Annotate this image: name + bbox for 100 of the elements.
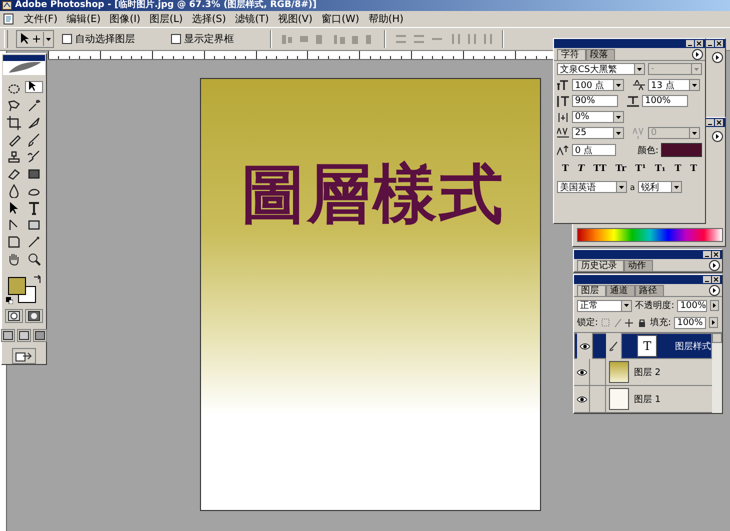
caret-icon[interactable] <box>616 84 621 86</box>
panel-tab[interactable]: 通道 <box>606 285 635 296</box>
text-style-button[interactable]: T <box>674 164 682 174</box>
close-icon[interactable] <box>715 40 723 47</box>
layer-row[interactable]: T 图层样式 <box>574 333 712 359</box>
menu-item[interactable]: 文件(F) <box>24 12 58 26</box>
blend-mode-dropdown[interactable]: 正常 <box>577 300 632 312</box>
panel-menu-icon[interactable] <box>709 285 720 296</box>
close-icon[interactable] <box>712 251 720 258</box>
text-style-button[interactable]: T <box>562 164 569 174</box>
panel-menu-icon[interactable] <box>712 131 723 142</box>
caret-icon[interactable] <box>674 186 679 188</box>
font-family-dropdown[interactable]: 文泉CS大黑繁 <box>557 63 645 75</box>
panel-menu-icon[interactable] <box>692 49 703 60</box>
text-style-button[interactable]: T₁ <box>654 164 666 174</box>
color-spectrum[interactable] <box>577 228 723 242</box>
text-style-button[interactable]: Tr <box>615 164 626 174</box>
close-icon[interactable] <box>715 119 723 126</box>
panel-menu-icon[interactable] <box>712 52 723 63</box>
panel-tab[interactable]: 段落 <box>586 49 615 60</box>
layer-row[interactable]: 图层 2 <box>574 359 712 386</box>
caret-icon[interactable] <box>637 68 642 70</box>
close-icon[interactable] <box>712 276 720 283</box>
panel-tab[interactable]: 字符 <box>557 49 586 60</box>
antialias-dropdown[interactable]: 锐利 <box>638 181 682 193</box>
caret-icon[interactable] <box>624 304 630 307</box>
opacity-field[interactable]: 100% <box>677 300 707 312</box>
tracking-field[interactable]: 25 <box>572 127 624 139</box>
caret-icon <box>46 38 51 40</box>
panel-tab[interactable]: 图层 <box>577 285 606 296</box>
text-style-button[interactable]: T <box>690 164 697 174</box>
quick-mask-button[interactable] <box>25 309 43 323</box>
caret-icon[interactable] <box>616 132 621 134</box>
tsume-field[interactable]: 0% <box>572 111 624 123</box>
text-color-swatch[interactable] <box>661 143 702 157</box>
standard-mode-button[interactable] <box>5 309 23 323</box>
font-size-field[interactable]: 100 点 <box>572 79 624 91</box>
tsume-icon <box>557 112 569 122</box>
drop-icon <box>7 184 21 198</box>
option-checkbox[interactable]: 显示定界框 <box>171 32 234 46</box>
menu-item[interactable]: 帮助(H) <box>368 12 404 26</box>
fill-arrow-button[interactable] <box>709 317 718 328</box>
color-swatches[interactable] <box>8 277 36 304</box>
tool-button[interactable] <box>5 115 23 132</box>
tool-button[interactable] <box>25 81 43 94</box>
language-dropdown[interactable]: 美国英语 <box>557 181 627 193</box>
menu-item[interactable]: 选择(S) <box>192 12 226 26</box>
screen-mode-button[interactable] <box>33 329 47 342</box>
jump-to-button[interactable] <box>12 348 36 364</box>
scroll-up-button[interactable] <box>712 333 722 343</box>
panel-tab[interactable]: 动作 <box>624 260 653 271</box>
leading-icon <box>633 80 645 90</box>
menu-item[interactable]: 图层(L) <box>149 12 183 26</box>
lock-icons[interactable] <box>601 318 648 328</box>
menu-item[interactable]: 窗口(W) <box>322 12 360 26</box>
caret-icon[interactable] <box>692 132 697 134</box>
text-style-button[interactable]: T <box>578 164 584 174</box>
minimize-icon[interactable] <box>686 40 694 47</box>
lock-label: 锁定: <box>577 316 598 329</box>
menu-item[interactable]: 视图(V) <box>278 12 313 26</box>
eye-icon[interactable] <box>576 368 586 376</box>
text-style-button[interactable]: TT <box>593 164 606 174</box>
screen-mode-button[interactable] <box>17 329 31 342</box>
stamp-icon <box>7 150 21 164</box>
leading-field[interactable]: 13 点 <box>648 79 700 91</box>
minimize-icon[interactable] <box>706 119 714 126</box>
eye-icon[interactable] <box>580 342 590 350</box>
caret-icon[interactable] <box>619 186 624 188</box>
crop-icon <box>7 116 21 130</box>
minimize-icon[interactable] <box>706 40 714 47</box>
default-colors-icon[interactable] <box>6 297 13 304</box>
swap-colors-icon[interactable] <box>33 275 42 284</box>
close-icon[interactable] <box>695 40 703 47</box>
opacity-arrow-button[interactable] <box>710 300 719 311</box>
menu-item[interactable]: 图像(I) <box>110 12 140 26</box>
baseline-shift-field[interactable]: 0 点 <box>572 144 616 156</box>
fill-field[interactable]: 100% <box>674 316 706 328</box>
panel-tab[interactable]: 路径 <box>635 285 664 296</box>
vertical-scale-field[interactable]: 90% <box>572 95 618 107</box>
eraser-icon <box>7 167 21 182</box>
minimize-icon[interactable] <box>703 251 711 258</box>
layer-row[interactable]: 图层 1 <box>574 386 712 413</box>
fill-label: 填充: <box>650 316 672 329</box>
menu-item[interactable]: 滤镜(T) <box>234 12 269 26</box>
baseline-shift-icon <box>557 144 569 156</box>
brush-icon <box>27 133 41 148</box>
menu-item[interactable]: 编辑(E) <box>66 12 101 26</box>
horizontal-scale-field[interactable]: 100% <box>642 95 688 107</box>
panel-tab[interactable]: 历史记录 <box>577 260 624 271</box>
minimize-icon[interactable] <box>703 276 711 283</box>
eye-icon[interactable] <box>576 396 586 402</box>
layer-name: 图层 1 <box>634 394 661 406</box>
canvas-heading: 圖層樣式 <box>241 157 505 234</box>
screen-mode-button[interactable] <box>1 329 15 342</box>
caret-icon[interactable] <box>692 84 697 86</box>
panel-menu-icon[interactable] <box>709 260 720 271</box>
horizontal-scale-icon <box>627 96 639 106</box>
tool-preset-button[interactable] <box>16 30 54 48</box>
text-style-button[interactable]: T¹ <box>635 164 646 174</box>
option-checkbox[interactable]: 自动选择图层 <box>62 32 135 46</box>
